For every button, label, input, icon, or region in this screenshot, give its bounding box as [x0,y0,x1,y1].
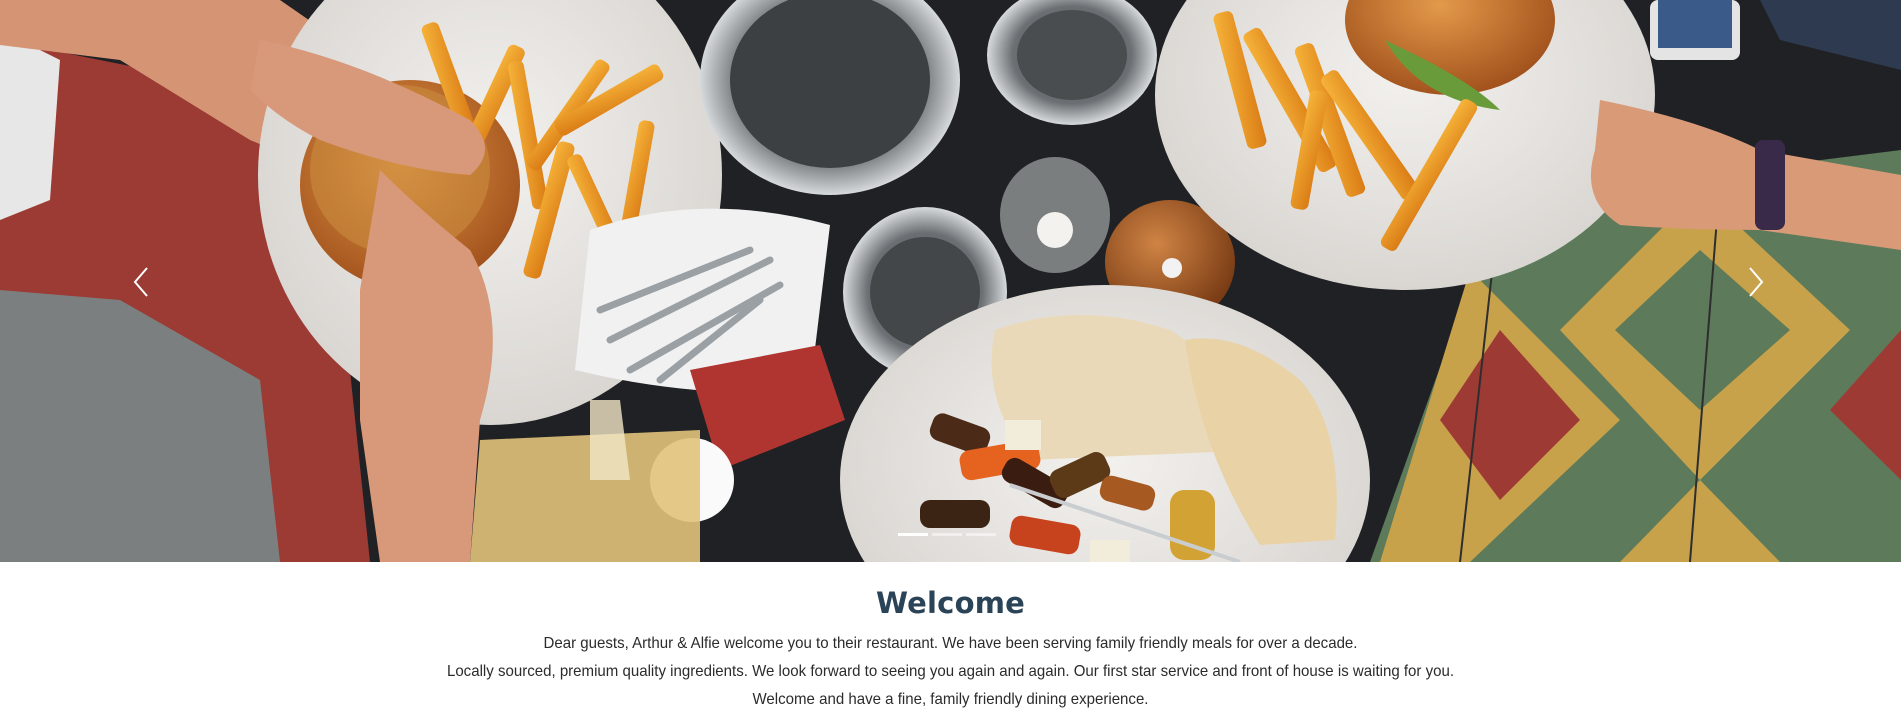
welcome-section: Welcome Dear guests, Arthur & Alfie welc… [0,562,1901,716]
hero-carousel[interactable] [0,0,1901,562]
welcome-line-1: Dear guests, Arthur & Alfie welcome you … [543,635,1358,652]
chevron-right-icon [1749,267,1764,297]
carousel-next-button[interactable] [1736,262,1776,302]
carousel-indicator-2[interactable] [932,533,962,536]
carousel-prev-button[interactable] [121,262,161,302]
hero-image [0,0,1901,562]
welcome-title: Welcome [876,586,1025,620]
welcome-line-2: Locally sourced, premium quality ingredi… [446,663,1455,680]
carousel-indicator-3[interactable] [966,533,996,536]
welcome-text: Dear guests, Arthur & Alfie welcome you … [57,630,1844,714]
chevron-left-icon [133,267,148,297]
carousel-indicator-1[interactable] [898,533,928,536]
welcome-line-3: Welcome and have a fine, family friendly… [752,691,1149,708]
carousel-indicators [898,533,996,536]
